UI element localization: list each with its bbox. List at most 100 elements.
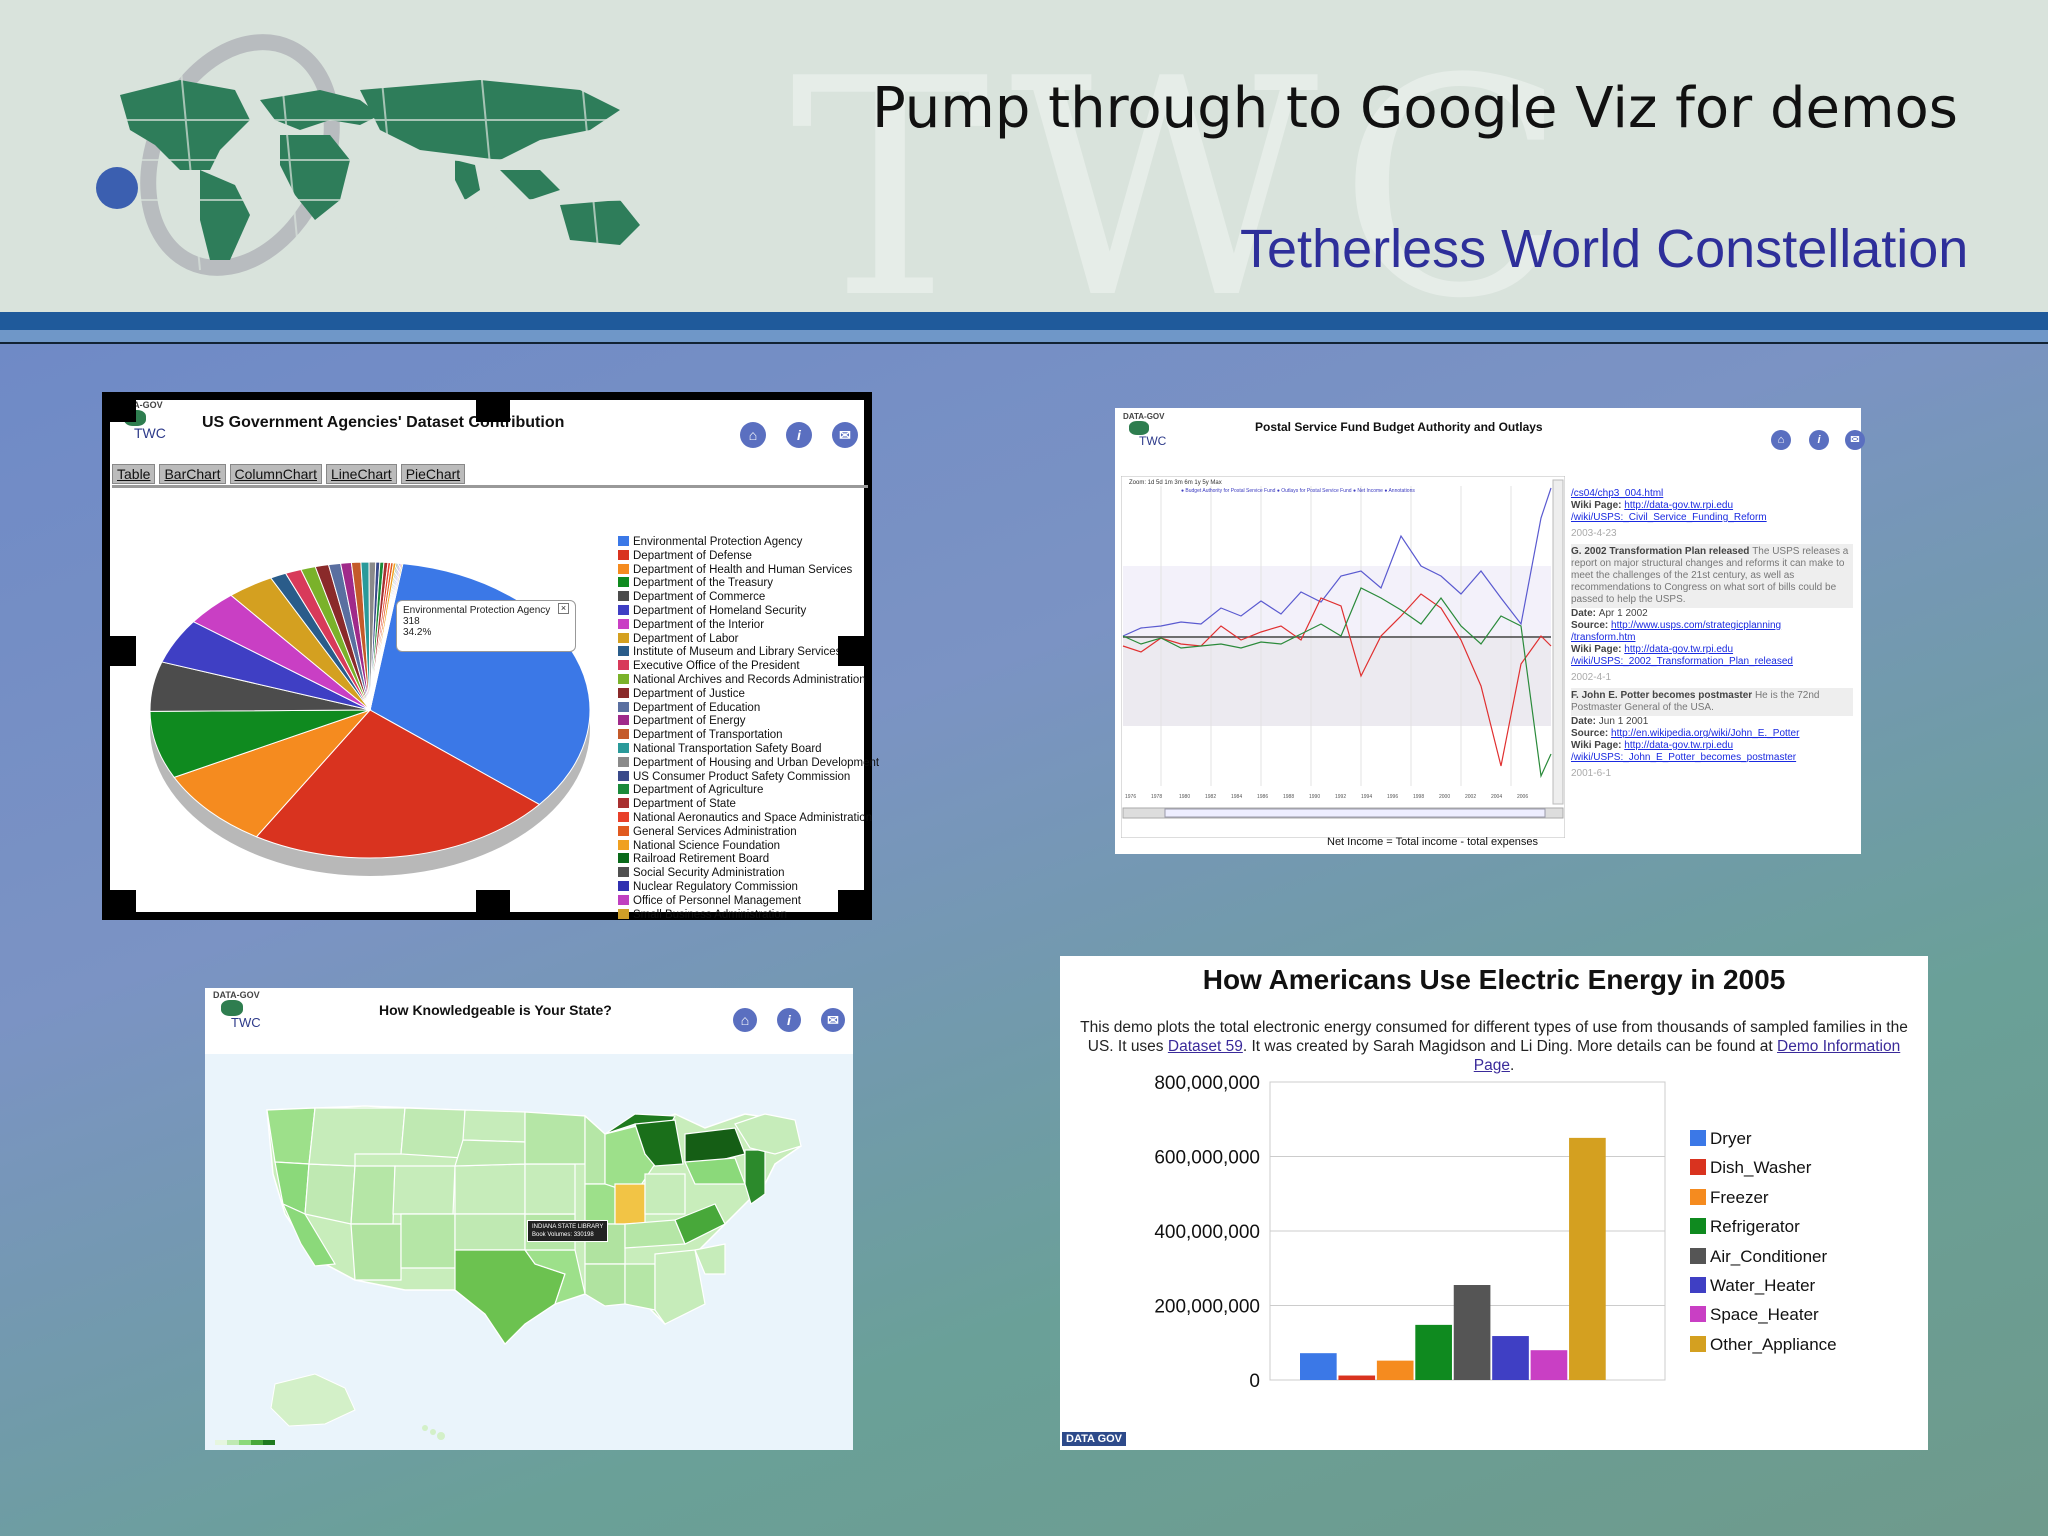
timeline-field-label: Wiki Page:: [1571, 644, 1625, 655]
legend-swatch: [618, 673, 629, 684]
bar-refrigerator[interactable]: [1415, 1324, 1452, 1380]
legend-label: Executive Office of the President: [633, 660, 800, 673]
legend-item: National Science Foundation: [618, 839, 879, 854]
timeline-link[interactable]: /cs04/chp3_004.html: [1571, 488, 1663, 499]
legend-item: Department of Justice: [618, 687, 879, 702]
timeline-heading: 2002 Transformation Plan released: [1584, 546, 1753, 557]
legend-swatch: [618, 853, 629, 864]
timeline-link[interactable]: http://data-gov.tw.rpi.edu: [1624, 644, 1733, 655]
svg-text:1988: 1988: [1283, 794, 1294, 800]
legend-label: Office of Personnel Management: [633, 894, 801, 907]
resize-handle[interactable]: [102, 890, 136, 920]
svg-text:1982: 1982: [1205, 794, 1216, 800]
legend-item: Dryer: [1690, 1124, 1837, 1153]
timeline-entry: 2001-6-1: [1571, 768, 1612, 779]
legend-item: National Archives and Records Administra…: [618, 673, 879, 688]
legend-label: Air_Conditioner: [1710, 1246, 1828, 1266]
legend-swatch: [618, 798, 629, 809]
timeline-link[interactable]: /wiki/USPS:_Civil_Service_Funding_Reform: [1571, 512, 1767, 523]
legend-item: Department of Defense: [618, 549, 879, 564]
legend-label: US Consumer Product Safety Commission: [633, 770, 851, 783]
legend-swatch: [1690, 1218, 1706, 1235]
legend-swatch: [1690, 1247, 1706, 1264]
timeline-marker[interactable]: G.: [1571, 546, 1584, 557]
mail-icon[interactable]: ✉: [832, 422, 858, 448]
timeline-entry: Date: Apr 1 2002: [1571, 608, 1853, 620]
tab-piechart[interactable]: PieChart: [400, 464, 466, 484]
legend-label: National Transportation Safety Board: [633, 742, 822, 755]
mail-icon[interactable]: ✉: [1845, 430, 1865, 450]
bar-dryer[interactable]: [1300, 1353, 1337, 1380]
timeline-entry: /cs04/chp3_004.html: [1571, 488, 1853, 500]
info-icon[interactable]: i: [786, 422, 812, 448]
timeline-link[interactable]: http://www.usps.com/strategicplanning: [1611, 620, 1781, 631]
bar-freezer[interactable]: [1376, 1360, 1414, 1380]
timeline-link[interactable]: http://data-gov.tw.rpi.edu: [1624, 500, 1733, 511]
legend-label: Department of Justice: [633, 687, 745, 700]
slide-subtitle: Tetherless World Constellation: [1240, 219, 1969, 279]
tab-table[interactable]: Table: [112, 464, 156, 484]
timeline-marker[interactable]: F.: [1571, 690, 1582, 701]
info-icon[interactable]: i: [777, 1008, 801, 1032]
bar-air-conditioner[interactable]: [1453, 1285, 1491, 1380]
legend-label: National Aeronautics and Space Administr…: [633, 811, 873, 824]
mail-icon[interactable]: ✉: [821, 1008, 845, 1032]
legend-label: Dryer: [1710, 1129, 1752, 1148]
legend-swatch: [1690, 1277, 1706, 1294]
bar-space-heater[interactable]: [1530, 1350, 1568, 1380]
timeline-entry: Wiki Page: http://data-gov.tw.rpi.edu/wi…: [1571, 644, 1853, 668]
svg-text:1992: 1992: [1335, 794, 1346, 800]
legend-item: Department of Health and Human Services: [618, 563, 879, 578]
legend-swatch: [618, 908, 629, 919]
legend-label: Railroad Retirement Board: [633, 853, 770, 866]
legend-label: Small Business Administration: [633, 908, 788, 921]
legend-swatch: [1690, 1306, 1706, 1323]
timeline-field-label: Source:: [1571, 620, 1612, 631]
legend-label: Refrigerator: [1710, 1217, 1800, 1237]
tab-linechart[interactable]: LineChart: [325, 464, 397, 484]
legend-label: Department of Commerce: [633, 591, 766, 604]
chart-caption: Net Income = Total income - total expens…: [1327, 836, 1539, 848]
tab-barchart[interactable]: BarChart: [159, 464, 226, 484]
dataset-link[interactable]: Dataset 59: [1168, 1038, 1243, 1055]
y-tick-label: 400,000,000: [1154, 1222, 1260, 1243]
resize-handle[interactable]: [476, 890, 510, 920]
legend-item: National Transportation Safety Board: [618, 742, 879, 757]
timeline-link[interactable]: http://en.wikipedia.org/wiki/John_E._Pot…: [1611, 728, 1799, 739]
logo-bottom-text: TWC: [134, 425, 166, 441]
home-icon[interactable]: ⌂: [1771, 430, 1791, 450]
home-icon[interactable]: ⌂: [740, 422, 766, 448]
info-icon[interactable]: i: [1809, 430, 1829, 450]
home-icon[interactable]: ⌂: [733, 1008, 757, 1032]
legend-swatch: [618, 880, 629, 891]
timeline-entry: G. 2002 Transformation Plan released The…: [1571, 544, 1853, 608]
bar-other-appliance[interactable]: [1569, 1137, 1606, 1380]
timeline-link[interactable]: http://data-gov.tw.rpi.edu: [1624, 740, 1733, 751]
panel-title: How Knowledgeable is Your State?: [379, 1002, 612, 1018]
timeline-field-label: Source:: [1571, 728, 1612, 739]
legend-swatch: [618, 618, 629, 629]
bar-dish-washer[interactable]: [1338, 1375, 1376, 1380]
resize-handle[interactable]: [838, 890, 872, 920]
svg-text:1996: 1996: [1387, 794, 1398, 800]
timeline-link[interactable]: /transform.htm: [1571, 632, 1635, 643]
bar-water-heater[interactable]: [1492, 1336, 1529, 1380]
legend-swatch: [618, 604, 629, 615]
timeline-link[interactable]: /wiki/USPS:_2002_Transformation_Plan_rel…: [1571, 656, 1793, 667]
legend-swatch: [618, 770, 629, 781]
legend-label: Social Security Administration: [633, 867, 785, 880]
resize-handle[interactable]: [102, 636, 136, 666]
data-gov-logo: DATA-GOV TWC: [213, 990, 265, 1040]
svg-text:● Budget Authority for Postal: ● Budget Authority for Postal Service Fu…: [1181, 488, 1415, 494]
resize-handle[interactable]: [102, 392, 136, 422]
header-divider-light: [0, 330, 2048, 342]
resize-handle[interactable]: [838, 636, 872, 666]
resize-handle[interactable]: [476, 392, 510, 422]
timeline-link[interactable]: /wiki/USPS:_John_E_Potter_becomes_postma…: [1571, 752, 1796, 763]
tab-columnchart[interactable]: ColumnChart: [229, 464, 322, 484]
svg-text:2004: 2004: [1491, 794, 1502, 800]
tooltip-name: Environmental Protection Agency: [403, 605, 551, 616]
tooltip-close-icon[interactable]: ×: [558, 603, 569, 614]
legend-swatch: [618, 839, 629, 850]
legend-swatch: [618, 549, 629, 560]
